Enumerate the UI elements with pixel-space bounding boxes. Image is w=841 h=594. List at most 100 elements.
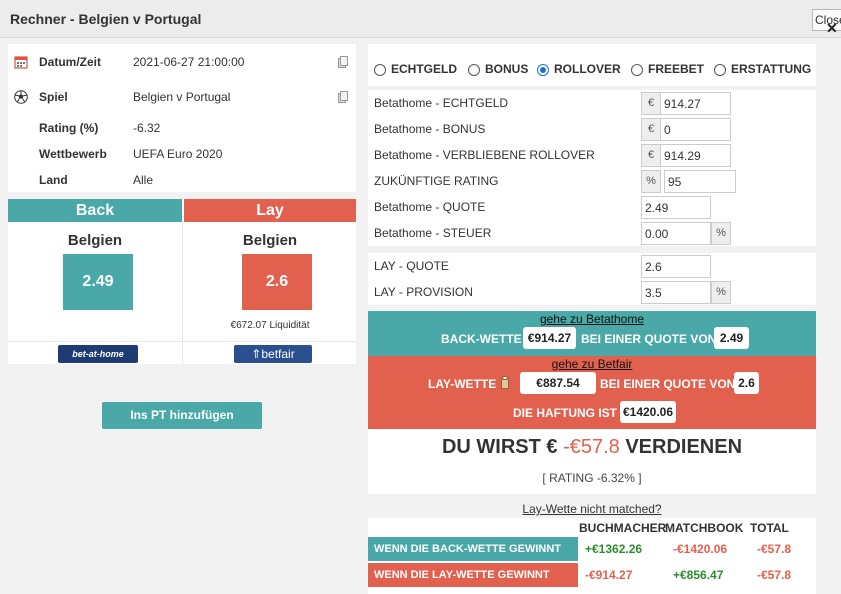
betfair-logo-text: betfair: [261, 347, 295, 361]
country-value: Alle: [133, 173, 154, 187]
cell-bookmaker: -€914.27: [585, 568, 633, 582]
back-odds-box[interactable]: 2.49: [63, 254, 133, 310]
liability-label: DIE HAFTUNG IST: [513, 406, 617, 420]
add-to-pt-button[interactable]: Ins PT hinzufügen: [102, 402, 262, 429]
match-info-panel: Datum/Zeit 2021-06-27 21:00:00 Spiel Bel…: [8, 44, 356, 192]
lay-not-matched-link[interactable]: Lay-Wette nicht matched?: [368, 502, 816, 516]
euro-addon: €: [641, 144, 661, 167]
field-label: Betathome - QUOTE: [374, 200, 486, 214]
back-bet-band: gehe zu Betathome BACK-WETTE €914.27 BEI…: [368, 311, 816, 356]
form-row-lay-provision: LAY - PROVISION %: [368, 279, 816, 305]
back-team: Belgien: [67, 232, 123, 249]
back-stake-value[interactable]: €914.27: [523, 327, 576, 349]
euro-addon: €: [641, 118, 661, 141]
info-row-rating: Rating (%) -6.32: [8, 118, 356, 144]
result-rating: [ RATING -6.32% ]: [542, 471, 642, 485]
form-row-quote: Betathome - QUOTE: [368, 194, 816, 220]
euro-addon: €: [641, 92, 661, 115]
dialog-title: Rechner - Belgien v Portugal: [10, 11, 202, 27]
tax-input[interactable]: [641, 222, 711, 245]
cell-total: -€57.8: [757, 542, 792, 556]
field-label: Betathome - VERBLIEBENE ROLLOVER: [374, 148, 595, 162]
lay-form: LAY - QUOTE LAY - PROVISION %: [368, 253, 816, 305]
copy-icon[interactable]: [338, 91, 348, 103]
radio-label[interactable]: BONUS: [485, 62, 528, 76]
info-row-datetime: Datum/Zeit 2021-06-27 21:00:00: [8, 52, 356, 78]
back-odds-text: BEI EINER QUOTE VON: [581, 332, 717, 346]
lay-odds-box[interactable]: 2.6: [242, 254, 312, 310]
lay-odds-text: BEI EINER QUOTE VON: [600, 377, 736, 391]
lay-header: Lay: [184, 199, 356, 222]
back-odds-value[interactable]: 2.49: [714, 327, 749, 349]
country-label: Land: [39, 173, 68, 187]
bet-type-selector: ECHTGELD BONUS ROLLOVER FREEBET ERSTATTU…: [368, 44, 816, 86]
lay-liquidity: €672.07 Liquidität: [230, 320, 310, 331]
betfair-arrow-icon: ⇑: [251, 347, 262, 361]
profit-summary: DU WIRST € -€57.8 VERDIENEN: [368, 436, 816, 459]
back-odds-input[interactable]: [641, 196, 711, 219]
table-row: WENN DIE BACK-WETTE GEWINNT +€1362.26 -€…: [368, 537, 816, 561]
commission-input[interactable]: [641, 281, 711, 304]
back-lay-panel: Back Lay Belgien Belgien 2.49 2.6 €672.0…: [8, 199, 356, 364]
info-row-country: Land Alle: [8, 170, 356, 196]
datetime-label: Datum/Zeit: [39, 55, 102, 69]
field-label: Betathome - BONUS: [374, 122, 486, 136]
goto-betathome-link[interactable]: gehe zu Betathome: [368, 312, 816, 326]
lay-odds-input[interactable]: [641, 255, 711, 278]
rating-label: Rating (%): [39, 121, 99, 135]
lay-bet-band: gehe zu Betfair LAY-WETTE €887.54 BEI EI…: [368, 356, 816, 429]
bonus-input[interactable]: [660, 118, 731, 141]
cell-bookmaker: +€1362.26: [585, 542, 643, 556]
lay-bet-label: LAY-WETTE: [428, 377, 497, 391]
betfair-logo[interactable]: ⇑betfair: [234, 345, 312, 363]
radio-circle[interactable]: [714, 64, 726, 76]
close-icon[interactable]: ✕: [826, 20, 838, 37]
profit-prefix: DU WIRST €: [441, 436, 558, 458]
bookmaker-form: Betathome - ECHTGELD € Betathome - BONUS…: [368, 90, 816, 246]
competition-label: Wettbewerb: [39, 147, 107, 161]
bet-at-home-logo[interactable]: bet-at-home: [58, 345, 138, 363]
liability-value[interactable]: €1420.06: [620, 401, 676, 423]
form-row-rollover: Betathome - VERBLIEBENE ROLLOVER €: [368, 142, 816, 168]
radio-circle[interactable]: [374, 64, 386, 76]
radio-circle-selected[interactable]: [537, 64, 549, 76]
radio-label[interactable]: ECHTGELD: [391, 62, 457, 76]
back-bet-label: BACK-WETTE: [441, 332, 522, 346]
lay-stake-value[interactable]: €887.54: [520, 372, 596, 394]
form-row-lay-quote: LAY - QUOTE: [368, 253, 816, 279]
back-header: Back: [8, 199, 182, 222]
table-row: WENN DIE LAY-WETTE GEWINNT -€914.27 +€85…: [368, 563, 816, 587]
field-label: LAY - PROVISION: [374, 285, 473, 299]
column-header-matchbook: MATCHBOOK: [665, 521, 744, 535]
form-row-bonus: Betathome - BONUS €: [368, 116, 816, 142]
divider: [8, 341, 356, 342]
radio-circle[interactable]: [468, 64, 480, 76]
competition-value: UEFA Euro 2020: [133, 147, 223, 161]
row-label: WENN DIE BACK-WETTE GEWINNT: [368, 537, 578, 561]
datetime-value: 2021-06-27 21:00:00: [133, 55, 245, 69]
percent-addon: %: [641, 170, 661, 193]
soccer-ball-icon: [14, 90, 28, 104]
lay-odds-value[interactable]: 2.6: [734, 372, 759, 394]
field-label: Betathome - STEUER: [374, 226, 492, 240]
rollover-input[interactable]: [660, 144, 731, 167]
radio-label[interactable]: FREEBET: [648, 62, 704, 76]
field-label: LAY - QUOTE: [374, 259, 449, 273]
echtgeld-input[interactable]: [660, 92, 731, 115]
radio-label[interactable]: ROLLOVER: [554, 62, 621, 76]
cell-matchbook: -€1420.06: [673, 542, 728, 556]
radio-circle[interactable]: [631, 64, 643, 76]
rating-value: -6.32: [133, 121, 161, 135]
field-label: Betathome - ECHTGELD: [374, 96, 509, 110]
copy-icon[interactable]: [338, 56, 348, 68]
cell-total: -€57.8: [757, 568, 792, 582]
divider: [182, 222, 183, 364]
future-rating-input[interactable]: [664, 170, 736, 193]
dialog-titlebar: Rechner - Belgien v Portugal: [0, 0, 841, 38]
copy-icon[interactable]: [501, 376, 511, 389]
radio-label[interactable]: ERSTATTUNG: [731, 62, 811, 76]
lay-team: Belgien: [242, 232, 298, 249]
goto-betfair-link[interactable]: gehe zu Betfair: [368, 357, 816, 371]
profit-amount: -€57.8: [563, 436, 620, 458]
column-header-bookmaker: BUCHMACHER: [579, 521, 667, 535]
